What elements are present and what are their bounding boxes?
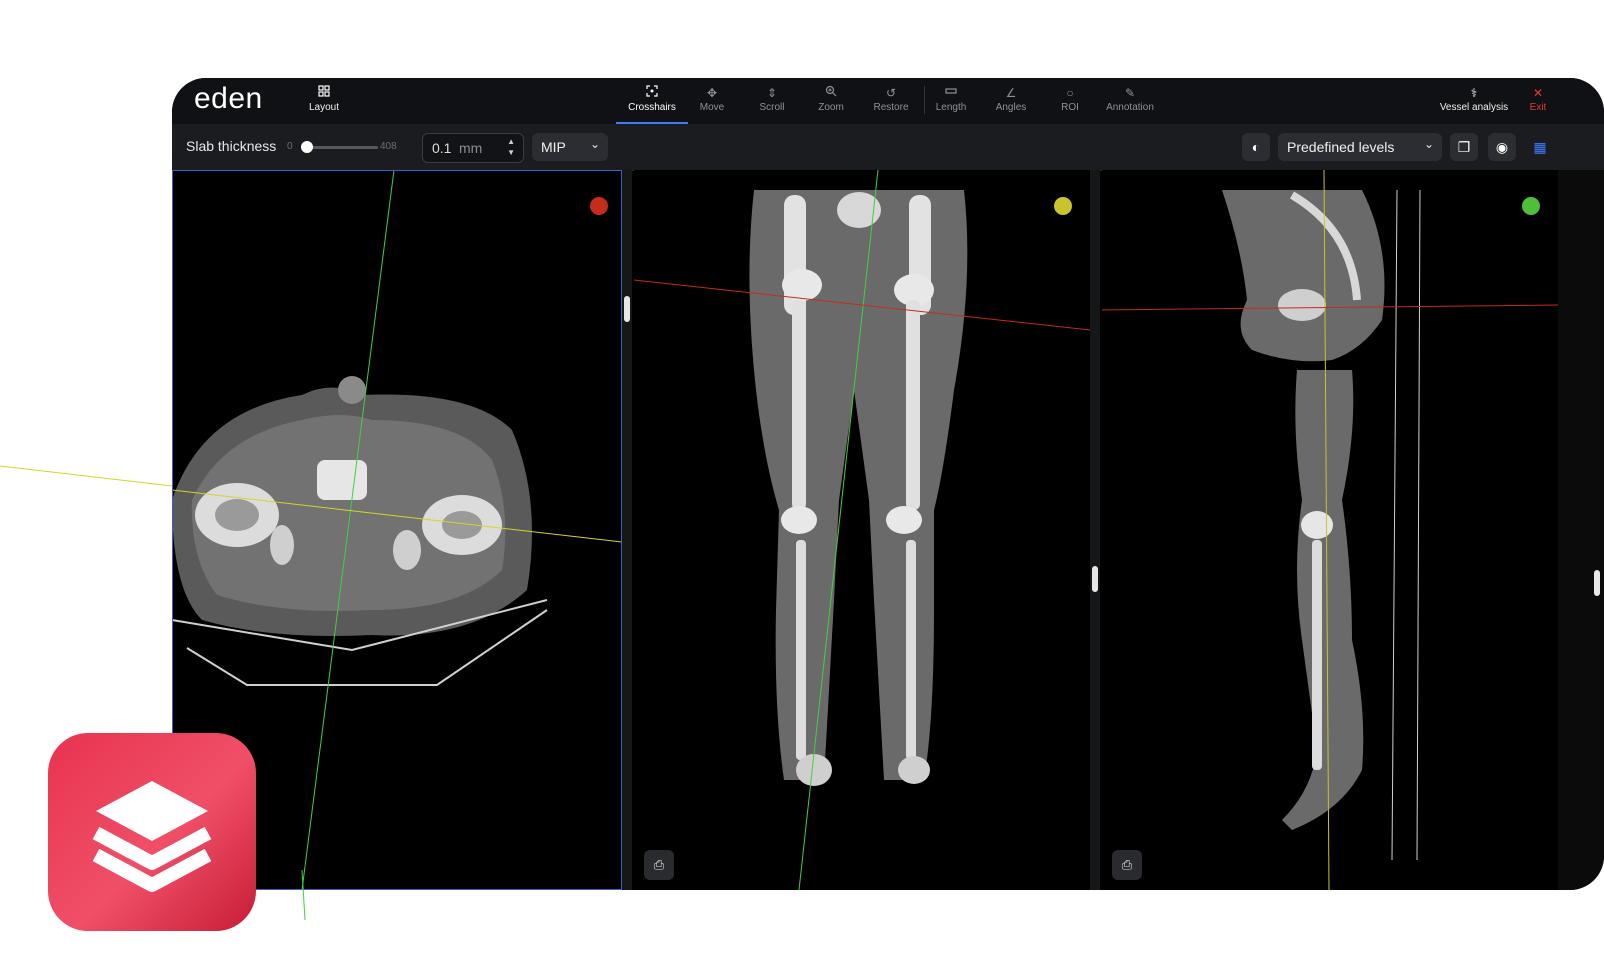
snapshot-icon: ⎙ [653, 857, 665, 872]
slab-slider-thumb[interactable] [301, 141, 314, 153]
restore-icon: ↺ [885, 86, 897, 100]
tool-restore[interactable]: ↺ Restore [859, 84, 923, 113]
tool-crosshairs[interactable]: Crosshairs [616, 84, 688, 124]
vessel-analysis-label: Vessel analysis [1439, 102, 1509, 113]
roi-circle-icon: ○ [1066, 86, 1074, 100]
exit-label: Exit [1529, 102, 1547, 113]
snapshot-button[interactable]: ⎙ [644, 850, 674, 880]
slab-slider-track[interactable] [306, 146, 378, 149]
top-navigation-bar: eden Layout Crosshairs ✥ Move ⇕ Scroll Z… [172, 78, 1604, 124]
slab-unit: mm [459, 140, 483, 156]
viewer-window: eden Layout Crosshairs ✥ Move ⇕ Scroll Z… [172, 78, 1604, 890]
stepper-up-icon[interactable]: ▲ [507, 137, 515, 146]
layout-button[interactable]: Layout [292, 84, 356, 113]
viewport-color-indicator-green [1522, 197, 1540, 215]
tool-label: Angles [995, 102, 1027, 113]
scroll-icon: ⇕ [766, 86, 778, 100]
predefined-levels-value: Predefined levels [1287, 139, 1395, 155]
render-mode-value: MIP [541, 139, 566, 155]
tool-label: Crosshairs [628, 102, 676, 113]
coronal-ct-image [633, 169, 1091, 890]
splitter-handle[interactable] [624, 296, 630, 322]
visibility-button[interactable]: ◉ [1488, 133, 1516, 161]
tool-scroll[interactable]: ⇕ Scroll [740, 84, 804, 113]
pencil-icon: ✎ [1124, 86, 1136, 100]
viewport-splitter[interactable] [1090, 170, 1100, 890]
render-mode-select[interactable]: MIP ⌄ [532, 133, 608, 161]
exit-button[interactable]: ✕ Exit [1512, 84, 1564, 113]
vessel-analysis-button[interactable]: ⚕ Vessel analysis [1434, 84, 1514, 113]
app-icon-badge [48, 733, 256, 931]
layout-grid-icon: ▦ [1533, 139, 1547, 155]
layout-label: Layout [308, 102, 340, 113]
close-icon: ✕ [1532, 86, 1544, 100]
tool-label: ROI [1061, 102, 1079, 113]
viewport-coronal[interactable]: ⎙ [633, 169, 1091, 890]
slab-thickness-input[interactable]: 0.1 mm ▲ ▼ [422, 133, 524, 163]
tool-label: Scroll [759, 102, 785, 113]
copy-button[interactable]: ❐ [1450, 133, 1478, 161]
snapshot-icon: ⎙ [1121, 857, 1133, 872]
contrast-icon: ◐ [1251, 139, 1261, 155]
viewport-scrollbar[interactable] [1558, 170, 1604, 890]
scrollbar-handle[interactable] [1594, 570, 1600, 596]
move-icon: ✥ [706, 86, 718, 100]
sagittal-ct-image [1101, 169, 1559, 890]
tool-label: Zoom [818, 102, 844, 113]
viewport-color-indicator-yellow [1054, 197, 1072, 215]
eye-icon: ◉ [1495, 139, 1509, 155]
tool-move[interactable]: ✥ Move [680, 84, 744, 113]
slab-min-label: 0 [287, 141, 293, 152]
slab-max-label: 408 [380, 141, 397, 152]
snapshot-button[interactable]: ⎙ [1112, 850, 1142, 880]
chevron-down-icon: ⌄ [1423, 137, 1434, 151]
vessel-analysis-icon: ⚕ [1470, 86, 1478, 100]
tool-label: Move [699, 102, 725, 113]
eden-logo: eden [194, 82, 263, 115]
layout-grid-icon [292, 84, 356, 102]
slab-thickness-label: Slab thickness [186, 138, 277, 154]
angles-icon: ∠ [1005, 86, 1017, 100]
tool-label: Length [935, 102, 967, 113]
viewport-color-indicator-red [590, 197, 608, 215]
secondary-toolbar: Slab thickness 0 408 0.1 mm ▲ ▼ MIP ⌄ ◐ … [172, 124, 1604, 171]
layout-grid-button[interactable]: ▦ [1526, 133, 1554, 161]
length-icon [919, 84, 983, 102]
predefined-levels-select[interactable]: Predefined levels ⌄ [1278, 133, 1442, 161]
tool-length[interactable]: Length [919, 84, 983, 113]
copy-icon: ❐ [1457, 139, 1471, 155]
crosshairs-icon [620, 84, 684, 102]
tool-annotation[interactable]: ✎ Annotation [1098, 84, 1162, 113]
tool-angles[interactable]: ∠ Angles [979, 84, 1043, 113]
splitter-handle[interactable] [1092, 566, 1098, 592]
zoom-icon [799, 84, 863, 102]
stepper-down-icon[interactable]: ▼ [507, 148, 515, 157]
viewport-sagittal[interactable]: ⎙ [1101, 169, 1559, 890]
tool-label: Restore [873, 102, 909, 113]
layers-icon [92, 781, 212, 892]
viewport-splitter[interactable] [622, 170, 632, 890]
tool-roi[interactable]: ○ ROI [1038, 84, 1102, 113]
tool-label: Annotation [1106, 102, 1154, 113]
contrast-button[interactable]: ◐ [1242, 133, 1270, 161]
tool-zoom[interactable]: Zoom [799, 84, 863, 113]
chevron-down-icon: ⌄ [589, 137, 600, 151]
slab-value: 0.1 [432, 140, 452, 156]
